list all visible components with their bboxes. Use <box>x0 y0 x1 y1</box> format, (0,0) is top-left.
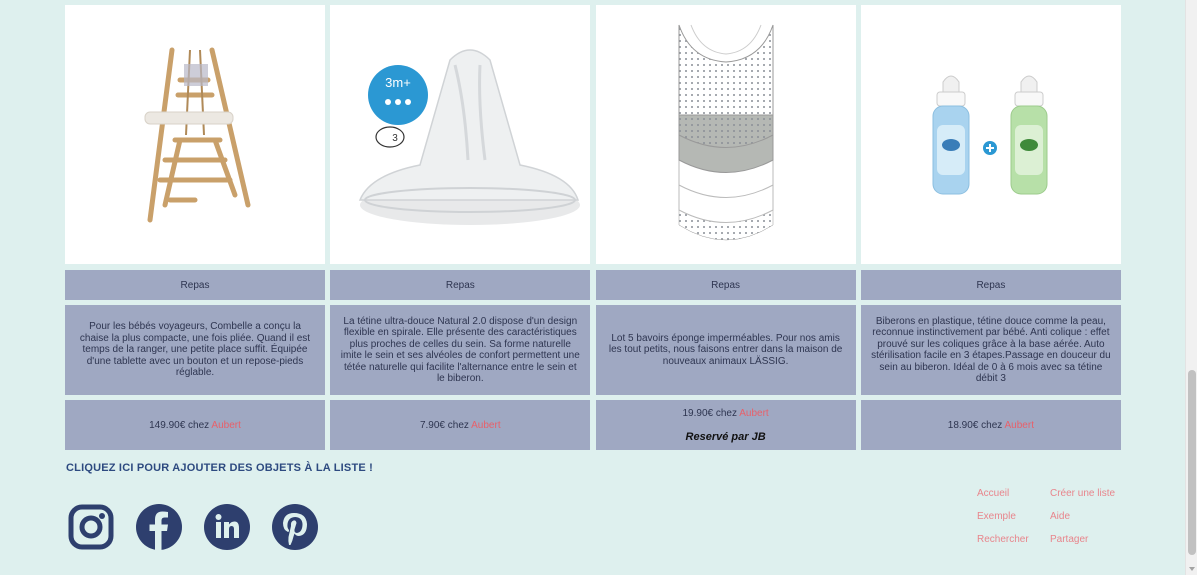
footer-link-partager[interactable]: Partager <box>1050 534 1130 545</box>
store-link[interactable]: Aubert <box>739 408 768 419</box>
price-box: 7.90€ chez Aubert <box>330 400 591 450</box>
baby-bottles-image[interactable] <box>860 5 1121 264</box>
price-box: 19.90€ chez Aubert Reservé par JB <box>595 400 856 450</box>
product-description: La tétine ultra-douce Natural 2.0 dispos… <box>330 305 591 395</box>
footer-link-rechercher[interactable]: Rechercher <box>977 534 1050 545</box>
pinterest-icon[interactable] <box>271 503 318 550</box>
social-links <box>67 503 318 550</box>
product-card: Repas Biberons en plastique, tétine douc… <box>860 5 1121 450</box>
scroll-down-icon[interactable] <box>1189 567 1195 571</box>
teat-flow-number: 3 <box>393 133 399 144</box>
product-card: Repas Pour les bébés voyageurs, Combelle… <box>65 5 325 450</box>
add-items-link[interactable]: CLIQUEZ ICI POUR AJOUTER DES OBJETS À LA… <box>66 462 373 474</box>
price-box: 18.90€ chez Aubert <box>860 400 1121 450</box>
product-card: Repas Lot 5 bavoirs éponge imperméables.… <box>595 5 856 450</box>
product-card: 3m+ 3 Repas La tétine ultra-douce Natura… <box>330 5 591 450</box>
facebook-icon[interactable] <box>135 503 182 550</box>
product-description: Pour les bébés voyageurs, Combelle a con… <box>65 305 325 395</box>
instagram-icon[interactable] <box>67 503 114 550</box>
product-description: Lot 5 bavoirs éponge imperméables. Pour … <box>595 305 856 395</box>
product-description: Biberons en plastique, tétine douce comm… <box>860 305 1121 395</box>
price-text: 18.90€ chez <box>947 419 1003 431</box>
teat-image[interactable]: 3m+ 3 <box>330 5 591 264</box>
footer-link-exemple[interactable]: Exemple <box>977 511 1050 522</box>
category-label: Repas <box>65 270 325 300</box>
footer-link-aide[interactable]: Aide <box>1050 511 1130 522</box>
high-chair-image[interactable] <box>65 5 325 264</box>
vertical-scrollbar[interactable] <box>1185 0 1197 575</box>
footer-link-accueil[interactable]: Accueil <box>977 488 1050 499</box>
product-grid: Repas Pour les bébés voyageurs, Combelle… <box>65 5 1121 450</box>
store-link[interactable]: Aubert <box>1005 420 1034 431</box>
price-text: 19.90€ chez <box>682 407 737 419</box>
category-label: Repas <box>595 270 856 300</box>
category-label: Repas <box>330 270 591 300</box>
footer-link-creer-liste[interactable]: Créer une liste <box>1050 488 1130 499</box>
teat-badge-text: 3m+ <box>385 75 411 90</box>
price-text: 149.90€ chez <box>149 419 210 431</box>
linkedin-icon[interactable] <box>203 503 250 550</box>
store-link[interactable]: Aubert <box>471 420 500 431</box>
scrollbar-thumb[interactable] <box>1188 370 1196 555</box>
footer-links: Accueil Créer une liste Exemple Aide Rec… <box>977 488 1130 545</box>
price-box: 149.90€ chez Aubert <box>65 400 325 450</box>
bibs-image[interactable] <box>595 5 856 264</box>
reserved-label: Reservé par JB <box>685 430 766 443</box>
category-label: Repas <box>860 270 1121 300</box>
price-text: 7.90€ chez <box>419 419 469 431</box>
store-link[interactable]: Aubert <box>211 420 240 431</box>
